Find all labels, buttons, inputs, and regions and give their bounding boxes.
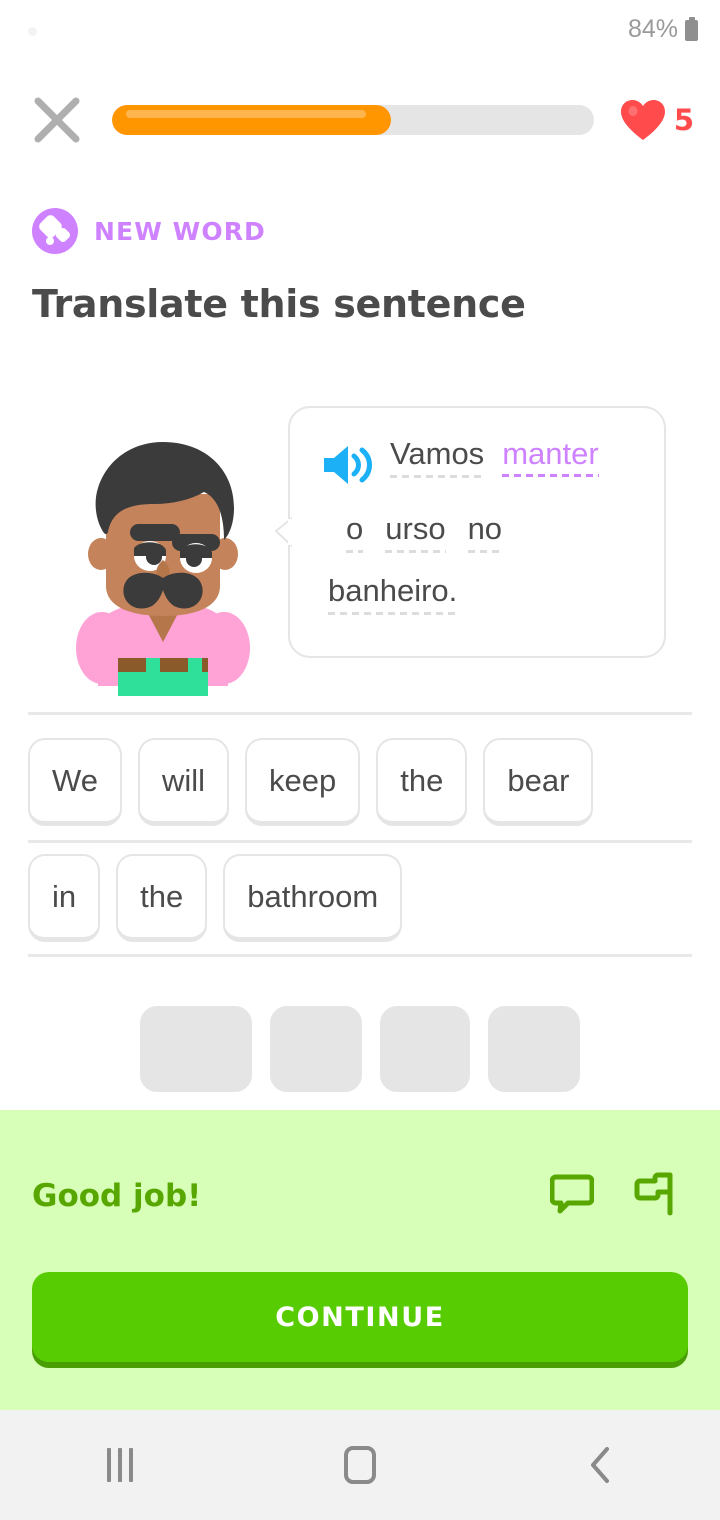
battery-icon	[685, 17, 698, 41]
answer-tile-label: in	[52, 878, 77, 914]
prompt-line-1: Vamos manter	[320, 438, 646, 491]
status-bar: 84%	[0, 0, 720, 58]
answer-tile[interactable]: keep	[245, 738, 361, 826]
feedback-panel: Good job! CONTINUE	[0, 1110, 720, 1410]
lesson-progress-bar	[112, 105, 594, 135]
status-bar-right: 84%	[628, 15, 698, 44]
answer-tile[interactable]: will	[137, 738, 230, 826]
new-word-label: NEW WORD	[94, 216, 266, 246]
answer-tile[interactable]: We	[28, 738, 122, 826]
answer-tile[interactable]: bathroom	[223, 854, 403, 942]
notification-dot	[28, 26, 37, 36]
duolingo-character-vikram	[68, 436, 258, 700]
prompt-line-2: o urso no	[320, 513, 646, 553]
hearts-count-label: 5	[673, 103, 694, 137]
android-navigation-bar	[0, 1410, 720, 1520]
page-title: Translate this sentence	[32, 282, 526, 326]
speech-bubble: Vamos manter o urso no banheiro.	[274, 406, 666, 658]
prompt-word[interactable]: Vamos	[390, 438, 485, 478]
prompt-line-3: banheiro.	[320, 575, 646, 615]
prompt-word[interactable]: urso	[385, 513, 446, 553]
word-bank-empty-slot	[488, 1006, 580, 1092]
prompt-word[interactable]: no	[467, 513, 503, 553]
heart-icon	[620, 99, 666, 141]
prompt-word-highlighted[interactable]: manter	[502, 438, 600, 478]
answer-tile[interactable]: the	[376, 738, 468, 826]
new-word-diamond-icon	[32, 208, 78, 254]
lesson-progress-fill	[112, 105, 392, 135]
prompt-word[interactable]: banheiro.	[328, 575, 458, 615]
lesson-header: 5	[0, 82, 720, 158]
home-icon[interactable]	[300, 1410, 420, 1520]
continue-button[interactable]: CONTINUE	[32, 1272, 688, 1362]
answer-divider-mid	[28, 840, 692, 843]
prompt-area: Vamos manter o urso no banheiro.	[0, 400, 720, 700]
comment-bubble-icon[interactable]	[549, 1173, 595, 1219]
word-bank-empty-slot	[380, 1006, 470, 1092]
feedback-message: Good job!	[32, 1178, 202, 1214]
answer-divider-top	[28, 712, 692, 715]
answer-tile-label: the	[400, 762, 444, 798]
word-bank-empty-slot	[270, 1006, 362, 1092]
answer-row-1: We will keep the bear	[28, 738, 594, 826]
answer-tile[interactable]: bear	[483, 738, 594, 826]
answer-tile-label: keep	[269, 762, 337, 798]
answer-tile-label: the	[140, 878, 184, 914]
hearts-indicator[interactable]: 5	[620, 99, 694, 141]
new-word-badge: NEW WORD	[32, 208, 266, 254]
continue-button-label: CONTINUE	[275, 1301, 445, 1333]
battery-percent-label: 84%	[627, 14, 678, 43]
answer-tile[interactable]: in	[28, 854, 101, 942]
answer-tile-label: will	[161, 762, 206, 798]
answer-row-2: in the bathroom	[28, 854, 403, 942]
word-bank-empty-slot	[140, 1006, 252, 1092]
report-flag-icon[interactable]	[634, 1172, 676, 1220]
back-chevron-icon[interactable]	[540, 1410, 660, 1520]
answer-tile-label: bathroom	[247, 878, 379, 914]
close-icon[interactable]	[26, 89, 88, 151]
answer-tile-label: We	[52, 762, 98, 798]
speech-bubble-tail	[274, 516, 292, 548]
recent-apps-icon[interactable]	[60, 1410, 180, 1520]
answer-tile[interactable]: the	[116, 854, 208, 942]
answer-tile-label: bear	[507, 762, 570, 798]
speaker-icon[interactable]	[320, 443, 374, 491]
answer-divider-bottom	[28, 954, 692, 957]
prompt-word[interactable]: o	[346, 513, 364, 553]
word-bank-row-1	[0, 1006, 720, 1092]
